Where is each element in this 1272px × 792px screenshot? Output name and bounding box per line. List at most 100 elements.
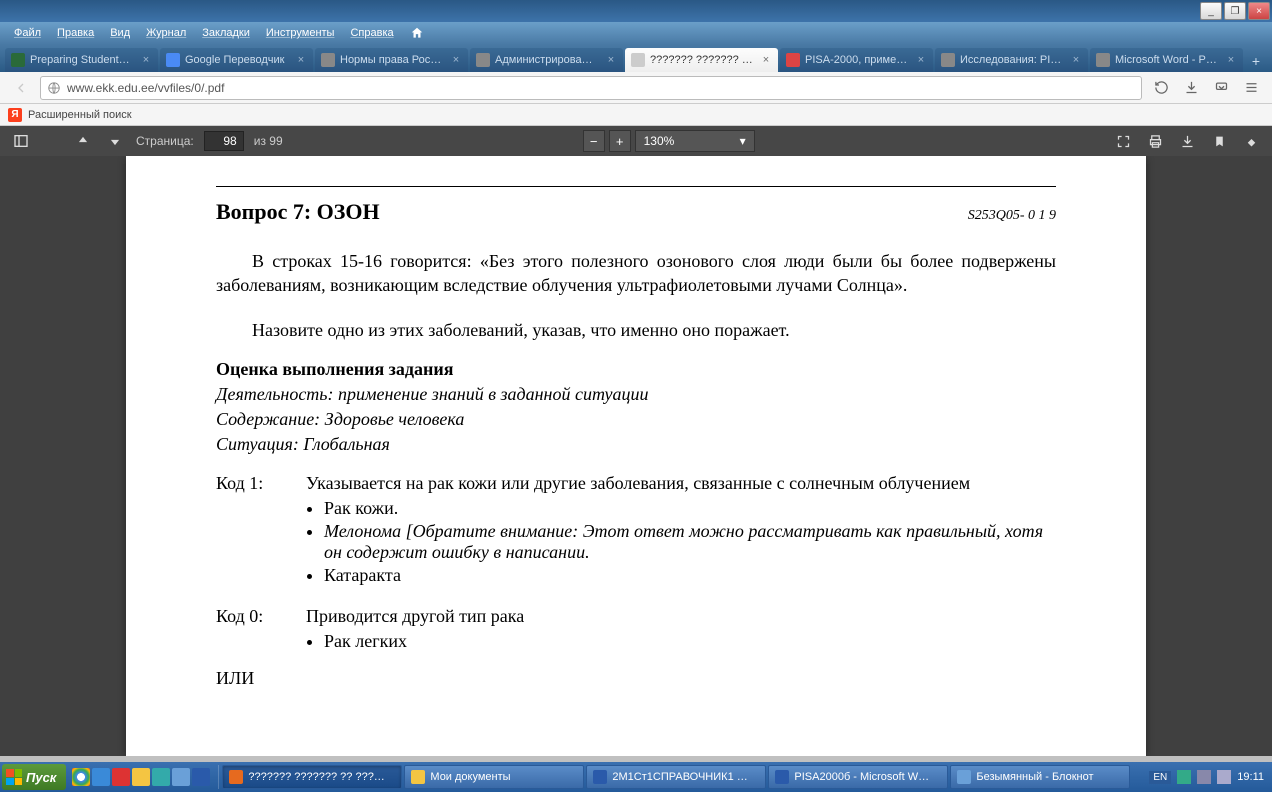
- tab-label: Нормы права Рос…: [340, 54, 446, 66]
- chevron-down-icon: ▾: [740, 134, 746, 148]
- windows-flag-icon: [6, 769, 22, 785]
- menu-tools[interactable]: Инструменты: [258, 25, 343, 41]
- tray-volume-icon[interactable]: [1197, 770, 1211, 784]
- ql-media-icon[interactable]: [152, 768, 170, 786]
- zoom-out-button[interactable]: −: [583, 130, 605, 152]
- tab-label: Preparing Student…: [30, 54, 136, 66]
- tab-close-icon[interactable]: [1070, 54, 1082, 66]
- home-icon[interactable]: [408, 24, 426, 42]
- or-label: ИЛИ: [216, 668, 1056, 689]
- page-number-input[interactable]: [204, 131, 244, 151]
- start-button[interactable]: Пуск: [2, 764, 66, 790]
- menu-history[interactable]: Журнал: [138, 25, 194, 41]
- ql-ie-icon[interactable]: [92, 768, 110, 786]
- code0-label: Код 0:: [216, 606, 306, 654]
- document-code: S253Q05- 0 1 9: [968, 208, 1056, 224]
- tab-close-icon[interactable]: [295, 54, 307, 66]
- code0-block: Код 0: Приводится другой тип рака Рак ле…: [216, 606, 1056, 654]
- address-bar[interactable]: www.ekk.edu.ee/vvfiles/0/.pdf: [40, 76, 1142, 100]
- menu-file[interactable]: Файл: [6, 25, 49, 41]
- taskbar-item-label: Мои документы: [430, 771, 510, 783]
- tab-2[interactable]: Нормы права Рос…: [315, 48, 468, 72]
- ql-opera-icon[interactable]: [112, 768, 130, 786]
- favicon-icon: [11, 53, 25, 67]
- notepad-icon: [957, 770, 971, 784]
- close-button[interactable]: ×: [1248, 2, 1270, 20]
- clock[interactable]: 19:11: [1237, 771, 1264, 783]
- ql-chrome-icon[interactable]: [72, 768, 90, 786]
- tab-label: Исследования: PISA…: [960, 54, 1066, 66]
- page-down-icon[interactable]: [104, 130, 126, 152]
- extended-search-link[interactable]: Расширенный поиск: [28, 109, 132, 121]
- paragraph-2: Назовите одно из этих заболеваний, указа…: [216, 320, 1056, 341]
- tab-3[interactable]: Администрирова…: [470, 48, 623, 72]
- content-line: Содержание: Здоровье человека: [216, 409, 1056, 430]
- tools-icon[interactable]: [1240, 130, 1262, 152]
- pocket-icon[interactable]: [1208, 75, 1234, 101]
- tab-5[interactable]: PISA-2000, приме…: [780, 48, 933, 72]
- code0-text: Приводится другой тип рака: [306, 606, 1056, 627]
- favicon-icon: [321, 53, 335, 67]
- paragraph-1: В строках 15-16 говорится: «Без этого по…: [216, 249, 1056, 298]
- language-indicator[interactable]: EN: [1149, 771, 1171, 784]
- document-title: Вопрос 7: ОЗОН: [216, 199, 380, 225]
- pdf-viewport[interactable]: Вопрос 7: ОЗОН S253Q05- 0 1 9 В строках …: [0, 156, 1272, 756]
- print-icon[interactable]: [1144, 130, 1166, 152]
- menu-help[interactable]: Справка: [342, 25, 401, 41]
- taskbar-item-3[interactable]: PISA2000б - Microsoft W…: [768, 765, 948, 789]
- minimize-button[interactable]: _: [1200, 2, 1222, 20]
- pdf-toolbar: Страница: из 99 − + 130% ▾: [0, 126, 1272, 156]
- code1-bullet: Мелонома [Обратите внимание: Этот ответ …: [324, 521, 1056, 563]
- menu-hamburger-icon[interactable]: [1238, 75, 1264, 101]
- page-up-icon[interactable]: [72, 130, 94, 152]
- menu-edit[interactable]: Правка: [49, 25, 102, 41]
- tab-close-icon[interactable]: [1225, 54, 1237, 66]
- start-label: Пуск: [26, 770, 56, 785]
- menu-bookmarks[interactable]: Закладки: [194, 25, 258, 41]
- tray-network-icon[interactable]: [1217, 770, 1231, 784]
- tab-label: ??????? ??????? ?? ????…: [650, 54, 756, 66]
- tab-0[interactable]: Preparing Student…: [5, 48, 158, 72]
- favicon-icon: [476, 53, 490, 67]
- taskbar-item-label: Безымянный - Блокнот: [976, 771, 1093, 783]
- fullscreen-icon[interactable]: [1112, 130, 1134, 152]
- tab-strip: Preparing Student… Google Переводчик Нор…: [0, 44, 1272, 72]
- tray-shield-icon[interactable]: [1177, 770, 1191, 784]
- taskbar-item-1[interactable]: Мои документы: [404, 765, 584, 789]
- tab-close-icon[interactable]: [140, 54, 152, 66]
- code1-text: Указывается на рак кожи или другие забол…: [306, 473, 1056, 494]
- code0-bullet: Рак легких: [324, 631, 1056, 652]
- window-titlebar: _ ❐ ×: [0, 0, 1272, 22]
- word-icon: [593, 770, 607, 784]
- ql-folder-icon[interactable]: [132, 768, 150, 786]
- tab-7[interactable]: Microsoft Word - P…: [1090, 48, 1243, 72]
- downloads-icon[interactable]: [1178, 75, 1204, 101]
- taskbar-item-2[interactable]: 2М1Ст1СПРАВОЧНИК1 …: [586, 765, 766, 789]
- download-icon[interactable]: [1176, 130, 1198, 152]
- taskbar-item-0[interactable]: ??????? ??????? ?? ???…: [222, 765, 402, 789]
- ql-desktop-icon[interactable]: [172, 768, 190, 786]
- favicon-icon: [941, 53, 955, 67]
- back-button[interactable]: [8, 75, 34, 101]
- code1-block: Код 1: Указывается на рак кожи или други…: [216, 473, 1056, 588]
- tab-close-icon[interactable]: [450, 54, 462, 66]
- tab-4-active[interactable]: ??????? ??????? ?? ????…: [625, 48, 778, 72]
- sidebar-toggle-icon[interactable]: [10, 130, 32, 152]
- yandex-icon[interactable]: Я: [8, 108, 22, 122]
- bookmark-icon[interactable]: [1208, 130, 1230, 152]
- tab-1[interactable]: Google Переводчик: [160, 48, 313, 72]
- new-tab-button[interactable]: +: [1244, 50, 1268, 72]
- code1-bullet: Рак кожи.: [324, 498, 1056, 519]
- menu-view[interactable]: Вид: [102, 25, 138, 41]
- reload-button[interactable]: [1148, 75, 1174, 101]
- zoom-in-button[interactable]: +: [609, 130, 631, 152]
- tab-6[interactable]: Исследования: PISA…: [935, 48, 1088, 72]
- tab-close-icon[interactable]: [605, 54, 617, 66]
- tab-close-icon[interactable]: [915, 54, 927, 66]
- zoom-select[interactable]: 130% ▾: [635, 130, 755, 152]
- tab-close-icon[interactable]: [760, 54, 772, 66]
- ql-word-icon[interactable]: [192, 768, 210, 786]
- situation-line: Ситуация: Глобальная: [216, 434, 1056, 455]
- taskbar-item-4[interactable]: Безымянный - Блокнот: [950, 765, 1130, 789]
- maximize-button[interactable]: ❐: [1224, 2, 1246, 20]
